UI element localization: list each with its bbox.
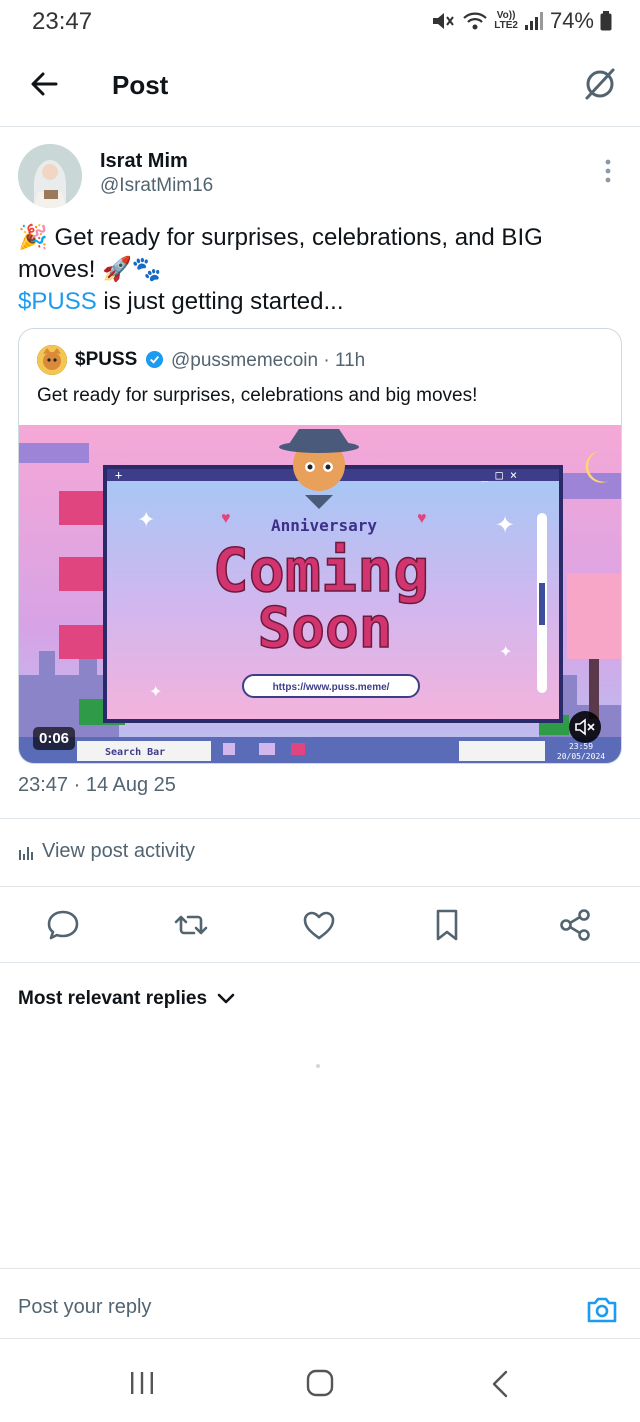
verified-badge-icon	[145, 350, 164, 369]
like-icon[interactable]	[300, 906, 338, 944]
grok-icon[interactable]	[580, 64, 620, 104]
reply-bar-divider-top	[0, 1268, 640, 1269]
svg-text:✦: ✦	[499, 644, 512, 661]
video-window-title: Anniversary	[271, 516, 377, 535]
repost-icon[interactable]	[172, 906, 210, 944]
chevron-down-icon	[217, 993, 235, 1004]
actions-divider	[0, 962, 640, 963]
author-name[interactable]: Israt Mim	[100, 150, 188, 173]
activity-divider-top	[0, 818, 640, 819]
network-label: Vo)) LTE2	[494, 11, 518, 31]
view-activity-link[interactable]: View post activity	[18, 840, 195, 863]
signal-icon	[524, 12, 543, 30]
header-divider	[0, 126, 640, 127]
post-text-line3-rest: is just getting started...	[96, 288, 344, 315]
quoted-name: $PUSS	[75, 349, 138, 370]
camera-icon[interactable]	[584, 1292, 620, 1328]
svg-text:+: +	[115, 468, 122, 482]
quoted-text: Get ready for surprises, celebrations an…	[37, 385, 478, 406]
svg-text:♥: ♥	[417, 510, 427, 527]
share-icon[interactable]	[556, 906, 594, 944]
back-nav-icon[interactable]	[490, 1369, 510, 1399]
video-duration: 0:06	[33, 727, 76, 750]
status-time: 23:47	[32, 8, 93, 35]
video-frame: + _ □ × ✦ ✦ ✦ ✦ ♥ ♥ Anniversary Coming S…	[19, 425, 621, 763]
video-clock-time: 23:59	[569, 742, 593, 751]
replies-sort-dropdown[interactable]: Most relevant replies	[18, 988, 235, 1010]
svg-text:_ □ ×: _ □ ×	[481, 468, 517, 482]
battery-text: 74%	[549, 8, 594, 33]
more-options-icon[interactable]	[600, 156, 616, 186]
view-activity-label: View post activity	[42, 840, 196, 862]
mute-status-icon	[433, 13, 455, 29]
quoted-post[interactable]: $PUSS @pussmemecoin · 11h Get ready for …	[18, 328, 622, 764]
quoted-avatar	[37, 345, 67, 375]
bookmark-icon[interactable]	[428, 906, 466, 944]
post-text: 🎉 Get ready for surprises, celebrations,…	[18, 222, 618, 318]
quoted-handle: @pussmemecoin · 11h	[171, 350, 366, 371]
activity-divider-bottom	[0, 886, 640, 887]
arrow-left-icon[interactable]	[26, 66, 62, 102]
svg-text:♥: ♥	[221, 510, 231, 527]
svg-text:✦: ✦	[495, 512, 515, 539]
author-avatar[interactable]	[18, 144, 82, 208]
post-text-line1: 🎉 Get ready for surprises, celebrations,…	[18, 224, 543, 251]
home-icon[interactable]	[306, 1369, 334, 1397]
analytics-icon	[19, 846, 33, 860]
reply-icon[interactable]	[44, 906, 82, 944]
svg-text:✦: ✦	[137, 507, 155, 532]
wifi-icon	[463, 12, 487, 30]
author-handle[interactable]: @IsratMim16	[100, 175, 213, 197]
recent-apps-icon[interactable]	[128, 1370, 156, 1396]
svg-text:✦: ✦	[149, 684, 162, 701]
loading-indicator	[316, 1064, 320, 1068]
video-headline-2: Soon	[258, 596, 393, 661]
post-text-line2: moves! 🚀🐾	[18, 256, 162, 283]
reply-input[interactable]: Post your reply	[18, 1296, 151, 1319]
video-url: https://www.puss.meme/	[273, 682, 390, 693]
post-timestamp: 23:47 · 14 Aug 25	[18, 774, 176, 796]
post-text-line3: $PUSS is just getting started...	[18, 286, 618, 318]
network-bottom: LTE2	[494, 20, 518, 31]
video-search-bar: Search Bar	[105, 747, 165, 758]
replies-sort-label: Most relevant replies	[18, 988, 208, 1009]
cashtag-link[interactable]: $PUSS	[18, 288, 97, 315]
status-icons: Vo)) LTE2 74%	[430, 8, 612, 34]
mute-icon[interactable]	[569, 711, 601, 743]
reply-bar-divider-bottom	[0, 1338, 640, 1339]
video-clock-date: 20/05/2024	[557, 752, 605, 761]
page-title: Post	[112, 70, 169, 100]
video-player[interactable]: + _ □ × ✦ ✦ ✦ ✦ ♥ ♥ Anniversary Coming S…	[19, 425, 621, 763]
battery-icon	[600, 11, 612, 31]
